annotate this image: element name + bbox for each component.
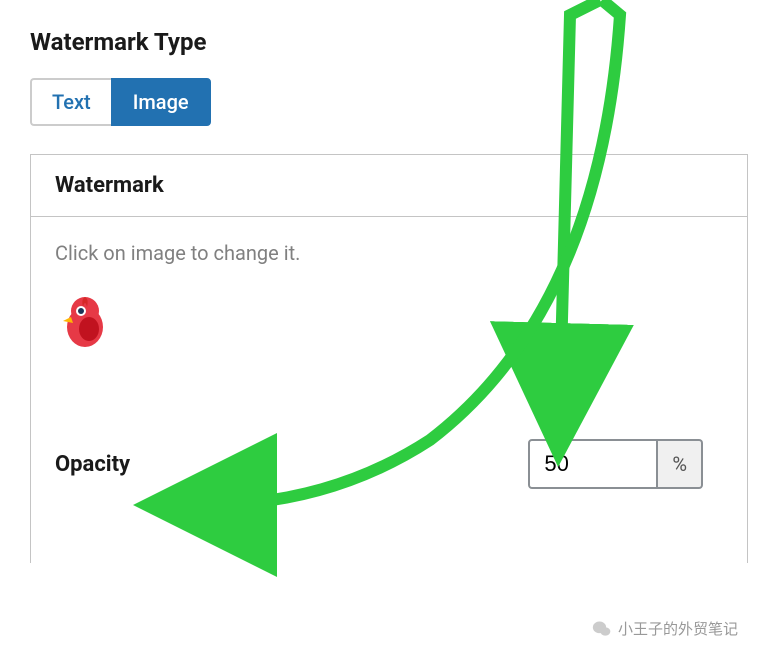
help-text: Click on image to change it. bbox=[55, 241, 723, 265]
opacity-suffix: % bbox=[658, 439, 703, 489]
opacity-input-group: % bbox=[528, 439, 703, 489]
credit-text: 小王子的外贸笔记 bbox=[618, 618, 738, 639]
opacity-input[interactable] bbox=[528, 439, 658, 489]
wechat-icon bbox=[592, 619, 612, 639]
opacity-row: Opacity % bbox=[55, 439, 723, 489]
watermark-image-preview[interactable] bbox=[55, 289, 115, 349]
panel-body: Click on image to change it. Opacity % bbox=[31, 217, 747, 563]
tab-image[interactable]: Image bbox=[111, 78, 211, 126]
watermark-type-tabs: Text Image bbox=[30, 78, 211, 126]
panel-header: Watermark bbox=[31, 155, 747, 217]
watermark-panel: Watermark Click on image to change it. O… bbox=[30, 154, 748, 563]
tab-text[interactable]: Text bbox=[30, 78, 111, 126]
credit-watermark: 小王子的外贸笔记 bbox=[592, 618, 738, 639]
bird-icon bbox=[55, 289, 115, 349]
section-title: Watermark Type bbox=[30, 28, 748, 56]
opacity-label: Opacity bbox=[55, 452, 130, 477]
